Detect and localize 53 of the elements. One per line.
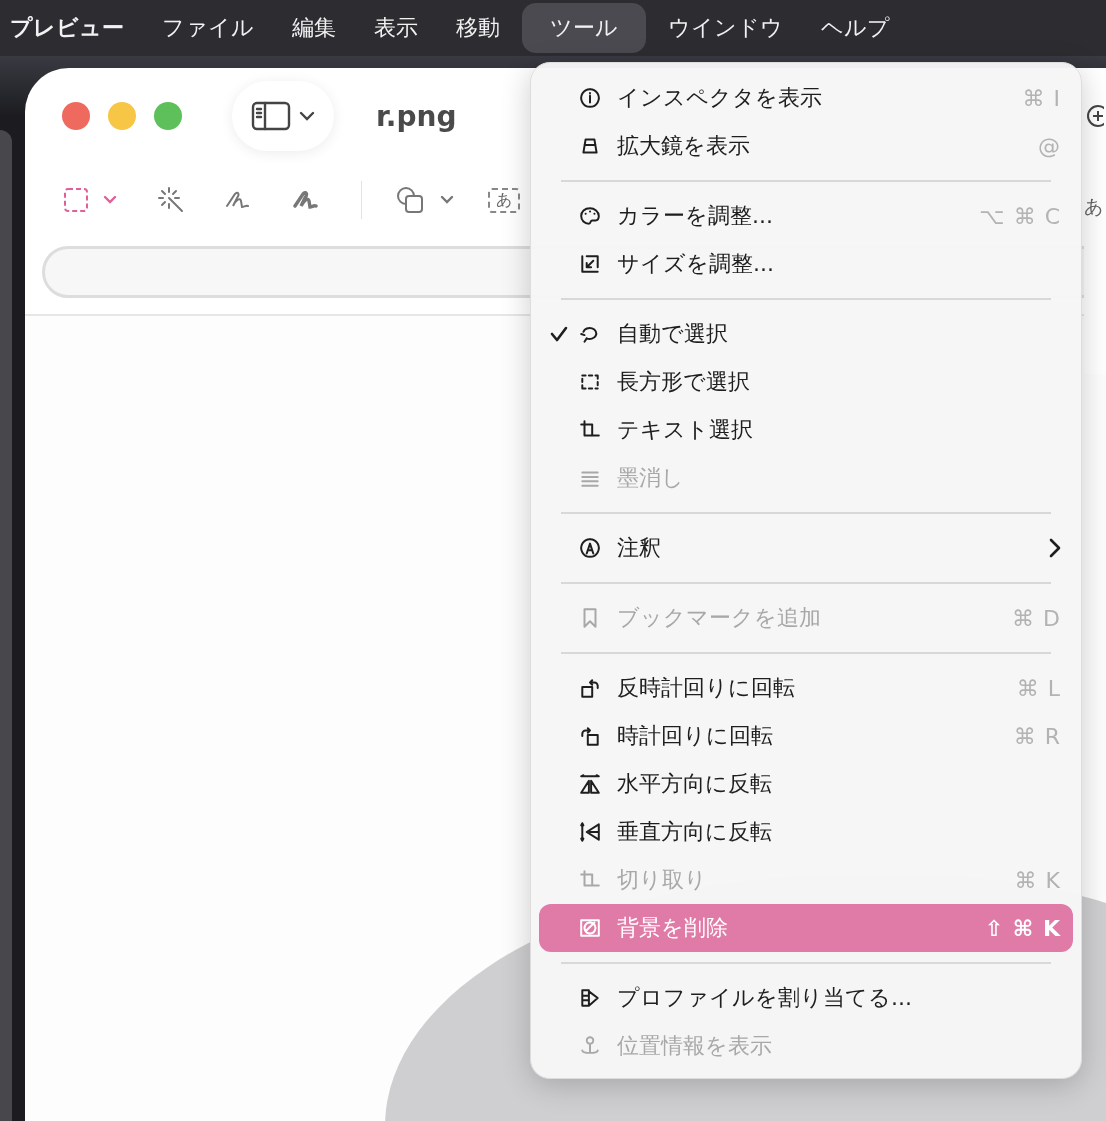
menu-item[interactable]: 垂直方向に反転	[539, 808, 1073, 856]
side-text: あ	[1084, 194, 1103, 219]
menu-item[interactable]: テキスト選択	[539, 406, 1073, 454]
flip-vertical-icon	[579, 821, 601, 843]
menu-bar-item[interactable]: 移動	[440, 5, 516, 51]
keyboard-shortcut: ⌘ K	[1014, 867, 1061, 893]
menu-item[interactable]: カラーを調整... ⌥ ⌘ C	[539, 192, 1073, 240]
rotate-right-icon	[579, 725, 601, 747]
resize-icon	[579, 253, 601, 275]
menu-bar-item[interactable]: 編集	[276, 5, 352, 51]
menu-bar-item[interactable]: ウインドウ	[652, 5, 799, 51]
shapes-icon[interactable]	[396, 186, 426, 214]
keyboard-shortcut: ⌘ R	[1013, 723, 1061, 749]
caret-icon	[299, 111, 315, 121]
keyboard-shortcut: ⌘ D	[1012, 605, 1061, 631]
menu-item[interactable]: サイズを調整...	[539, 240, 1073, 288]
magnifier-icon	[579, 135, 601, 157]
menu-bar-item[interactable]: プレビュー	[2, 5, 140, 51]
caret-icon[interactable]	[440, 195, 454, 205]
location-pin-icon	[579, 1035, 601, 1057]
menu-item[interactable]: 自動で選択	[539, 310, 1073, 358]
keyboard-shortcut: ⌘ I	[1022, 85, 1061, 111]
menu-bar-item[interactable]: 表示	[358, 5, 434, 51]
rectangle-selection-icon[interactable]	[63, 187, 89, 213]
text-box-tool[interactable]: あ	[488, 187, 520, 213]
remove-background-icon	[579, 917, 601, 939]
pen-scribble-icon[interactable]	[293, 188, 321, 212]
menu-bar-item[interactable]: ファイル	[146, 5, 270, 51]
rotate-left-icon	[579, 677, 601, 699]
menu-item[interactable]: 時計回りに回転 ⌘ R	[539, 712, 1073, 760]
menu-item[interactable]: プロファイルを割り当てる...	[539, 974, 1073, 1022]
caret-icon[interactable]	[103, 195, 117, 205]
menu-item[interactable]: 長方形で選択	[539, 358, 1073, 406]
profile-icon	[579, 987, 601, 1009]
flip-horizontal-icon	[579, 773, 601, 795]
keyboard-shortcut: @	[1038, 133, 1061, 159]
sidebar-icon	[251, 101, 291, 131]
close-button[interactable]	[62, 102, 90, 130]
menu-item[interactable]: 反時計回りに回転 ⌘ L	[539, 664, 1073, 712]
menu-item[interactable]: 拡大鏡を表示 @	[539, 122, 1073, 170]
palette-icon	[579, 205, 601, 227]
window-title: r.png	[376, 99, 457, 133]
menu-bar-item[interactable]: ヘルプ	[805, 5, 906, 51]
keyboard-shortcut: ⌥ ⌘ C	[979, 203, 1061, 229]
info-icon	[579, 87, 601, 109]
menu-item[interactable]: 水平方向に反転	[539, 760, 1073, 808]
keyboard-shortcut: ⇧ ⌘ K	[984, 915, 1061, 941]
menu-item[interactable]: インスペクタを表示 ⌘ I	[539, 74, 1073, 122]
menu-item[interactable]: 注釈	[539, 524, 1073, 572]
menu-bar-item[interactable]: ツール	[522, 3, 646, 53]
magic-wand-icon[interactable]	[157, 186, 185, 214]
keyboard-shortcut: ⌘ L	[1016, 675, 1061, 701]
zoom-button[interactable]	[154, 102, 182, 130]
